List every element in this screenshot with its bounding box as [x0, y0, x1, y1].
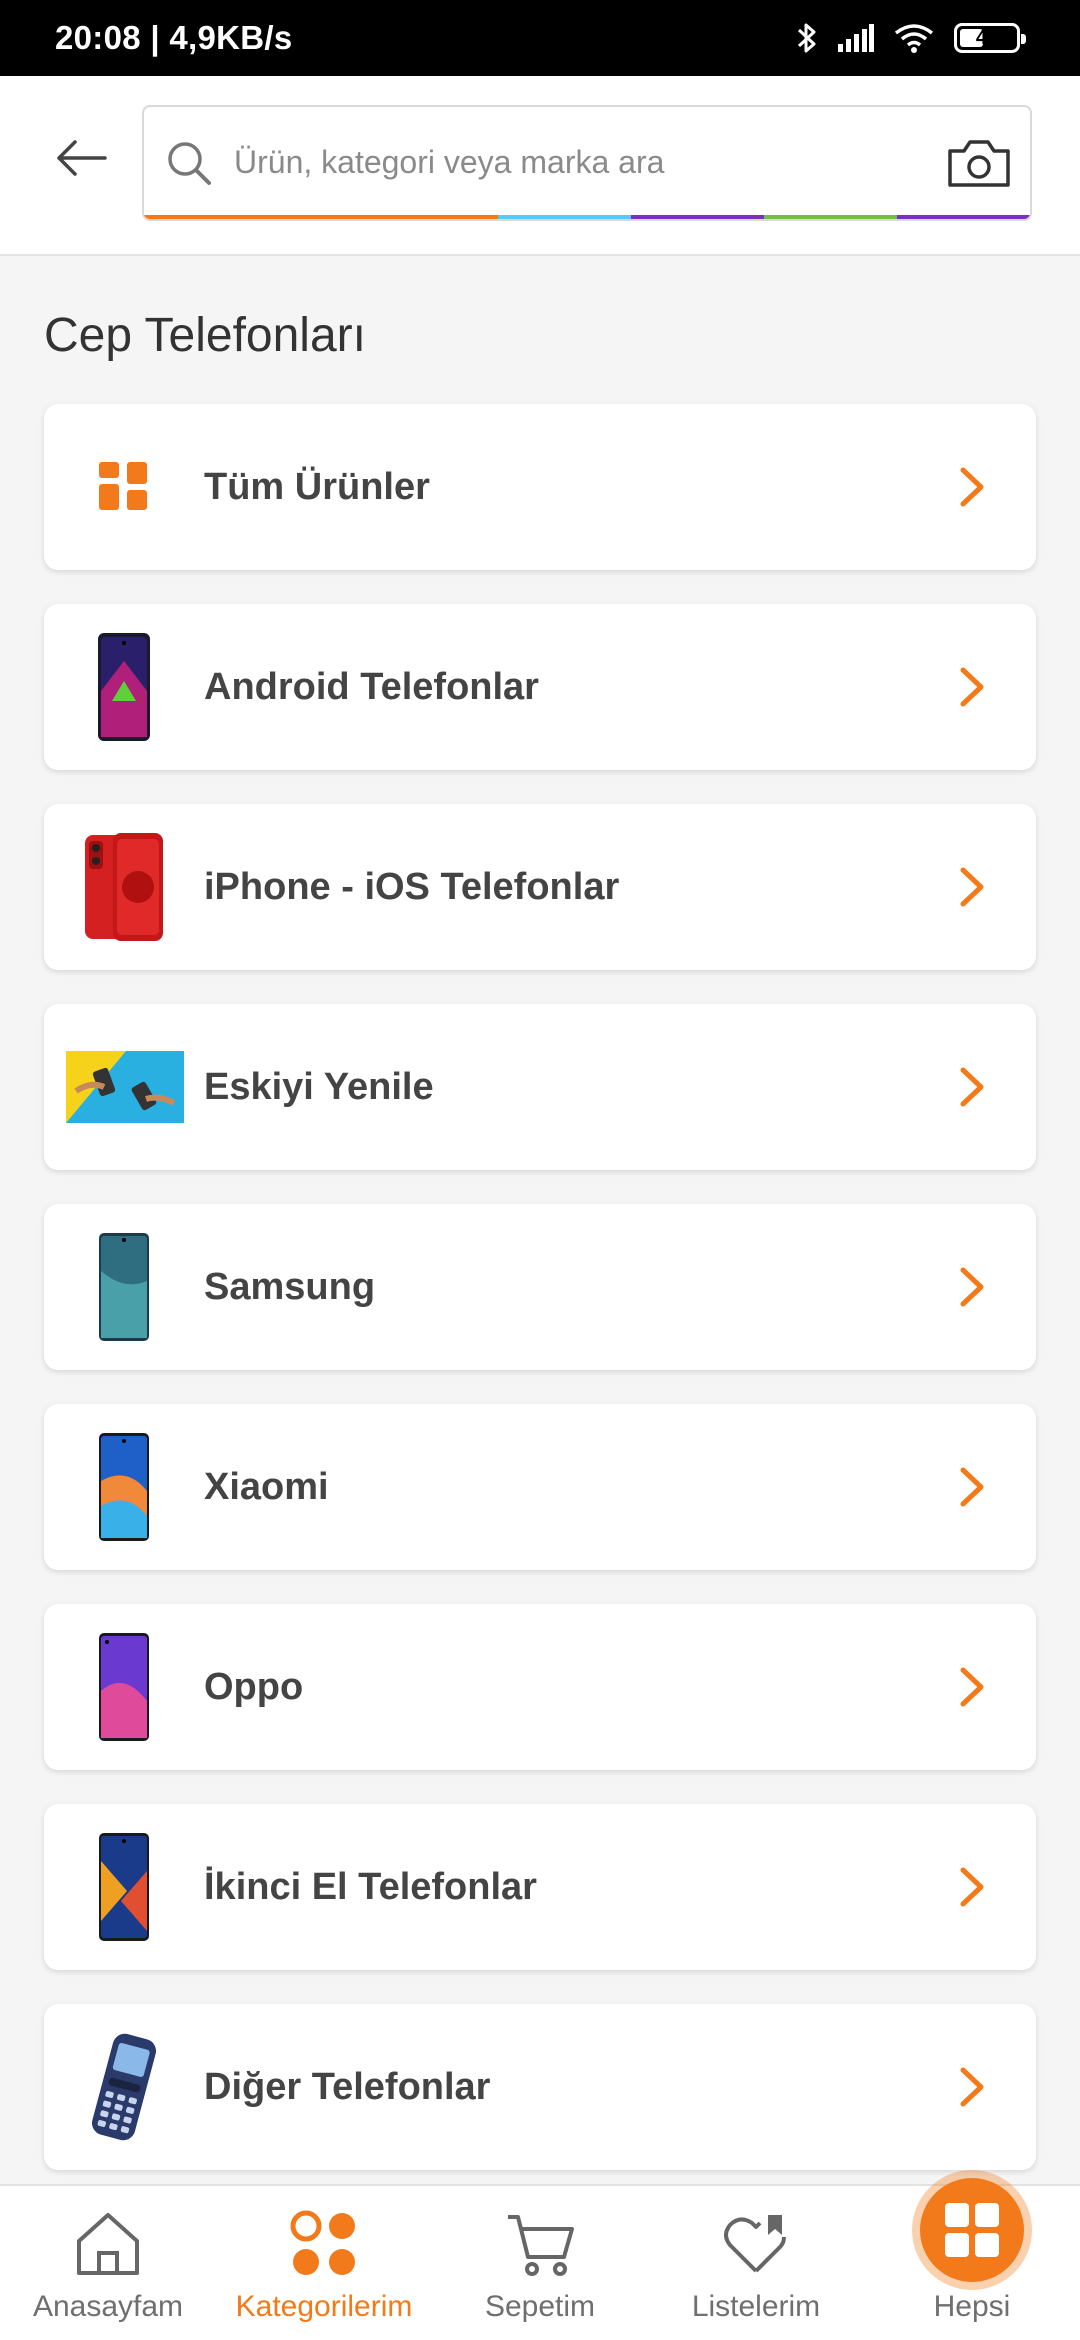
category-label: Android Telefonlar: [204, 665, 539, 708]
chevron-right-icon: [932, 866, 1012, 908]
category-label: Eskiyi Yenile: [204, 1065, 434, 1108]
nav-kategorilerim[interactable]: Kategorilerim: [224, 2186, 424, 2340]
header: [0, 76, 1080, 256]
nav-anasayfam[interactable]: Anasayfam: [10, 2186, 206, 2340]
chevron-right-icon: [932, 1866, 1012, 1908]
nav-label: Hepsi: [933, 2290, 1011, 2323]
cart-icon: [504, 2206, 576, 2282]
chevron-right-icon: [932, 1466, 1012, 1508]
battery-icon: 43: [954, 23, 1026, 53]
status-icons: 43: [796, 21, 1026, 55]
chevron-right-icon: [932, 1666, 1012, 1708]
category-item-iphone[interactable]: iPhone - iOS Telefonlar: [44, 804, 1036, 970]
category-item-samsung[interactable]: Samsung: [44, 1204, 1036, 1370]
category-item-eskiyi-yenile[interactable]: Eskiyi Yenile: [44, 1004, 1036, 1170]
back-arrow-icon: [57, 140, 107, 176]
nav-label: Listelerim: [691, 2290, 821, 2323]
chevron-right-icon: [932, 1066, 1012, 1108]
camera-icon[interactable]: [946, 137, 1012, 189]
xiaomi-phone-image: [44, 1404, 204, 1570]
android-phone-image: [44, 604, 204, 770]
category-item-oppo[interactable]: Oppo: [44, 1604, 1036, 1770]
search-box[interactable]: [142, 105, 1032, 221]
stripe-segment: [498, 215, 632, 219]
nav-listelerim[interactable]: Listelerim: [656, 2186, 856, 2340]
category-label: Tüm Ürünler: [204, 465, 430, 508]
signal-icon: [838, 24, 874, 52]
chevron-right-icon: [932, 466, 1012, 508]
bluetooth-icon: [797, 23, 816, 53]
category-label: Oppo: [204, 1665, 304, 1708]
category-label: Diğer Telefonlar: [204, 2065, 491, 2108]
home-icon: [73, 2206, 143, 2282]
category-label: Xiaomi: [204, 1465, 329, 1508]
stripe-segment: [764, 215, 898, 219]
oppo-phone-image: [44, 1604, 204, 1770]
grid-icon: [44, 404, 204, 570]
chevron-right-icon: [932, 1266, 1012, 1308]
category-item-xiaomi[interactable]: Xiaomi: [44, 1404, 1036, 1570]
search-icon: [168, 142, 211, 185]
status-bar: 20:08 | 4,9KB/s 43: [0, 0, 1080, 76]
bottom-nav: Anasayfam Kategorilerim Sepetim Listeler…: [0, 2184, 1080, 2340]
nav-label: Anasayfam: [32, 2290, 184, 2323]
category-item-diger[interactable]: Diğer Telefonlar: [44, 2004, 1036, 2170]
trade-in-image: [44, 1004, 204, 1170]
chevron-right-icon: [932, 2066, 1012, 2108]
iphone-image: [44, 804, 204, 970]
category-item-ikinci-el[interactable]: İkinci El Telefonlar: [44, 1804, 1036, 1970]
categories-icon: [288, 2206, 360, 2282]
category-label: İkinci El Telefonlar: [204, 1865, 537, 1908]
page-title: Cep Telefonları: [44, 309, 366, 362]
stripe-segment: [631, 215, 765, 219]
category-item-android[interactable]: Android Telefonlar: [44, 604, 1036, 770]
category-item-tum-urunler[interactable]: Tüm Ürünler: [44, 404, 1036, 570]
all-apps-icon[interactable]: [920, 2178, 1024, 2282]
search-input[interactable]: [234, 107, 914, 217]
search-color-stripe: [144, 215, 1030, 219]
heart-list-icon: [720, 2206, 792, 2282]
category-label: Samsung: [204, 1265, 376, 1308]
feature-phone-image: [44, 2004, 204, 2170]
samsung-phone-image: [44, 1204, 204, 1370]
nav-label: Sepetim: [484, 2290, 596, 2323]
category-label: iPhone - iOS Telefonlar: [204, 865, 620, 908]
wifi-icon: [894, 24, 934, 53]
chevron-right-icon: [932, 666, 1012, 708]
second-hand-phone-image: [44, 1804, 204, 1970]
battery-level: 43: [975, 26, 999, 49]
status-time: 20:08 | 4,9KB/s: [55, 19, 293, 56]
stripe-segment: [897, 215, 1030, 219]
nav-label: Kategorilerim: [235, 2290, 413, 2323]
back-button[interactable]: [46, 128, 116, 188]
stripe-segment: [144, 215, 499, 219]
nav-sepetim[interactable]: Sepetim: [440, 2186, 640, 2340]
